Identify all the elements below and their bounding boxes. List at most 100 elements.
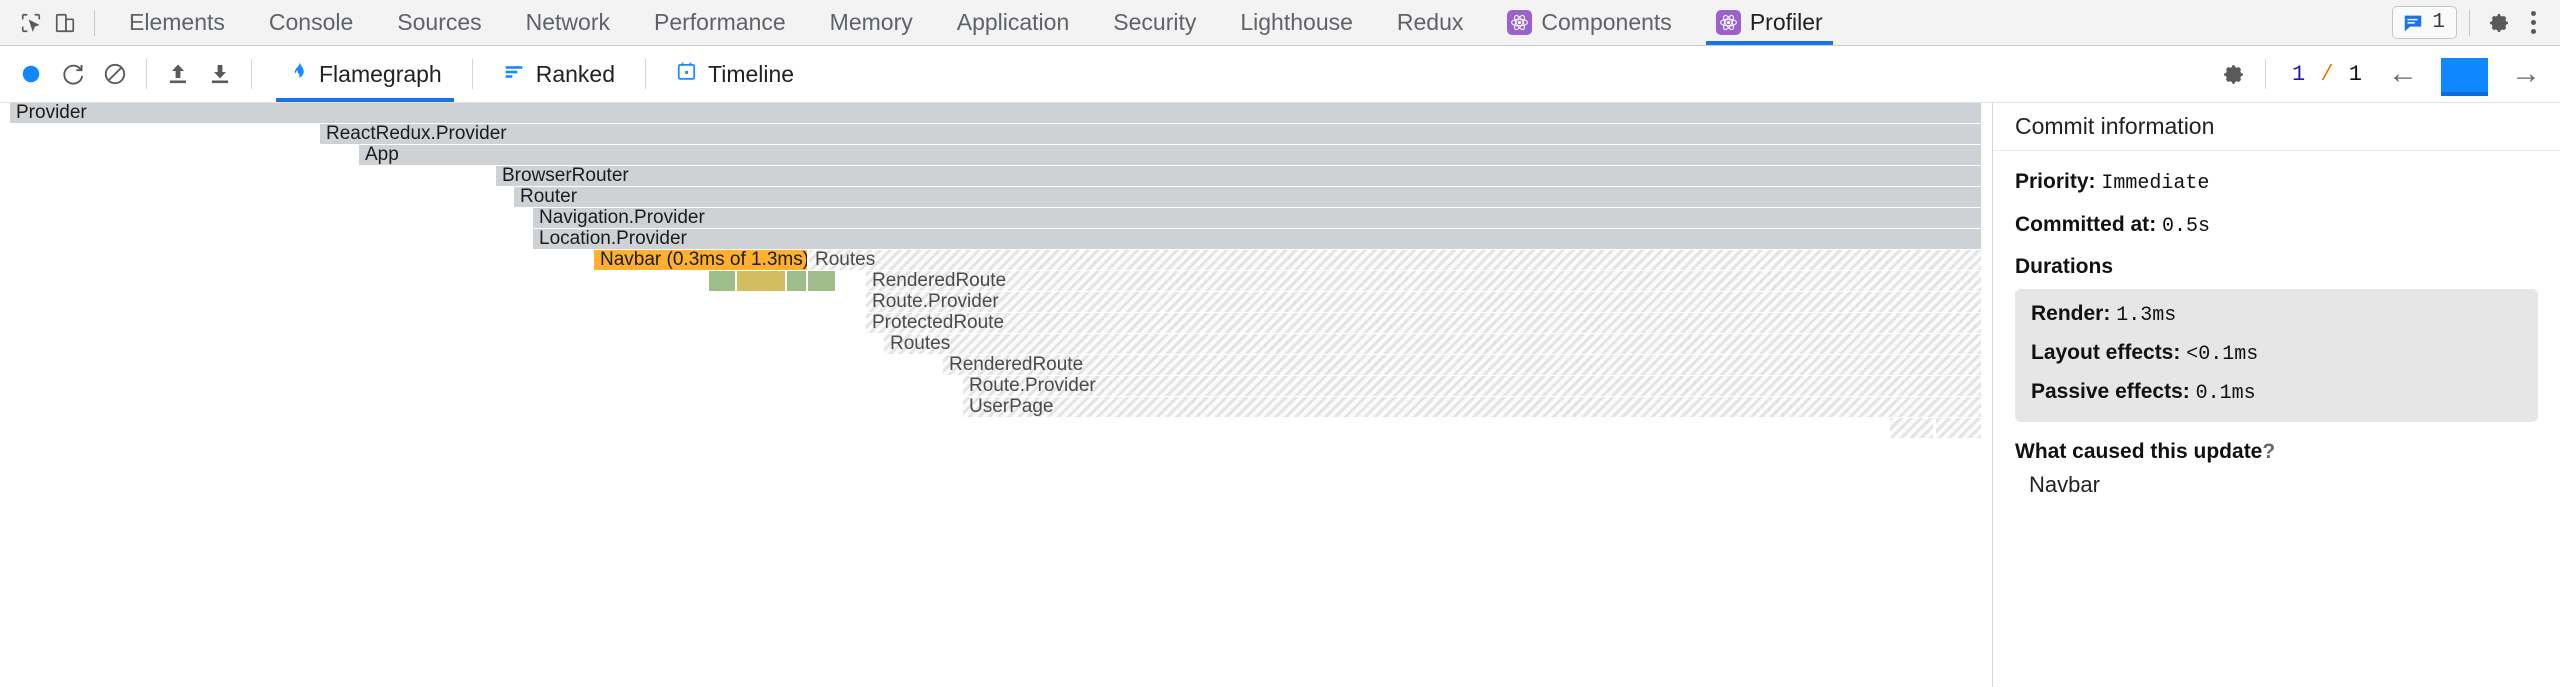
flamegraph-row: BrowserRouter [0,166,1992,187]
flamegraph-bar-browserrouter[interactable]: BrowserRouter [496,166,1982,186]
message-count: 1 [2432,11,2445,34]
devtools-tab-bar: Elements Console Sources Network Perform… [0,0,2560,46]
flamegraph-row [0,418,1992,439]
commit-information-panel: Commit information Priority: Immediate C… [1992,103,2560,687]
flamegraph-bar-navbar[interactable]: Navbar (0.3ms of 1.3ms) [594,250,808,270]
flamegraph-bar[interactable] [1890,418,1934,438]
inspect-element-icon[interactable] [14,6,48,40]
commit-navigation: 1 / 1 ← → [2276,52,2546,96]
tab-label: Console [269,9,353,36]
react-icon [1716,10,1741,35]
flamegraph-row: Navigation.Provider [0,208,1992,229]
update-cause-item[interactable]: Navbar [2015,472,2538,498]
flamegraph-bar-routes[interactable]: Routes [809,250,1982,270]
tab-components[interactable]: Components [1485,0,1693,45]
profiler-body: ProviderReactRedux.ProviderAppBrowserRou… [0,103,2560,687]
flamegraph-row: Location.Provider [0,229,1992,250]
committed-at-row: Committed at: 0.5s [2015,212,2538,239]
toolbar-divider [146,59,147,89]
ranked-bars-icon [503,61,525,88]
tab-console[interactable]: Console [247,0,375,45]
question-mark: ? [2262,440,2275,463]
priority-value: Immediate [2101,172,2209,195]
flamegraph-bar-renderedroute[interactable]: RenderedRoute [943,355,1982,375]
tab-redux[interactable]: Redux [1375,0,1485,45]
flamegraph-bar-navigation-provider[interactable]: Navigation.Provider [533,208,1982,228]
devtools-tabs: Elements Console Sources Network Perform… [107,0,1845,45]
settings-gear-icon[interactable] [2482,6,2516,40]
tab-label: Performance [654,9,786,36]
flamegraph-bar-reactredux-provider[interactable]: ReactRedux.Provider [320,124,1982,144]
flamegraph-bar[interactable] [737,271,786,291]
tab-sources[interactable]: Sources [375,0,503,45]
duration-label: Render [2031,302,2103,325]
flamegraph-row: UserPage [0,397,1992,418]
toolbar-divider [94,10,95,36]
flamegraph-bar-renderedroute[interactable]: RenderedRoute [866,271,1982,291]
flamegraph-bar-route-provider[interactable]: Route.Provider [866,292,1982,312]
commit-current: 1 [2292,62,2306,87]
flamegraph-bar-router[interactable]: Router [514,187,1982,207]
flamegraph-row: ReactRedux.Provider [0,124,1992,145]
tab-lighthouse[interactable]: Lighthouse [1218,0,1375,45]
flamegraph-row: Navbar (0.3ms of 1.3ms)Routes [0,250,1992,271]
what-caused-this-update-title: What caused this update? [2015,440,2538,464]
flamegraph-chart[interactable]: ProviderReactRedux.ProviderAppBrowserRou… [0,103,1992,687]
flamegraph-bar-location-provider[interactable]: Location.Provider [533,229,1982,249]
flamegraph-bar[interactable] [709,271,736,291]
profiler-settings-gear-icon[interactable] [2213,53,2255,95]
tab-elements[interactable]: Elements [107,0,247,45]
no-entry-icon[interactable] [94,53,136,95]
console-message-badge-icon[interactable]: 1 [2392,6,2457,39]
tab-performance[interactable]: Performance [632,0,808,45]
tab-application[interactable]: Application [935,0,1092,45]
flamegraph-bar-app[interactable]: App [359,145,1982,165]
panel-body: Priority: Immediate Committed at: 0.5s D… [1993,151,2560,498]
what-caused-label: What caused this update [2015,440,2262,463]
profiler-view-tabs: Flamegraph Ranked [268,46,814,102]
flamegraph-bar[interactable] [808,271,836,291]
flamegraph-row: Route.Provider [0,292,1992,313]
more-options-kebab-icon[interactable] [2516,6,2550,40]
commit-counter: 1 / 1 [2276,62,2379,87]
tab-label: Sources [397,9,481,36]
previous-commit-button[interactable]: ← [2383,54,2423,94]
durations-box: Render: 1.3ms Layout effects: <0.1ms Pas… [2015,289,2538,422]
duration-label: Layout effects [2031,341,2173,364]
priority-label: Priority [2015,170,2089,193]
committed-at-value: 0.5s [2162,215,2210,238]
devtools-window: Elements Console Sources Network Perform… [0,0,2560,687]
toolbar-divider [2469,10,2470,36]
durations-title: Durations [2015,255,2538,279]
flamegraph-bar-route-provider[interactable]: Route.Provider [963,376,1982,396]
flamegraph-bar-provider[interactable]: Provider [10,103,1982,123]
record-circle-icon[interactable] [10,53,52,95]
commit-bar[interactable] [2441,58,2488,96]
duration-value: 0.1ms [2196,382,2256,405]
tab-label: Security [1113,9,1196,36]
device-toolbar-icon[interactable] [48,6,82,40]
upload-arrow-icon[interactable] [157,53,199,95]
tab-timeline[interactable]: Timeline [656,46,814,102]
download-arrow-icon[interactable] [199,53,241,95]
tab-profiler[interactable]: Profiler [1694,0,1845,45]
reload-icon[interactable] [52,53,94,95]
flamegraph-bar-protectedroute[interactable]: ProtectedRoute [866,313,1982,333]
tab-network[interactable]: Network [504,0,632,45]
tab-security[interactable]: Security [1091,0,1218,45]
commit-separator: / [2320,62,2334,87]
flamegraph-bar-userpage[interactable]: UserPage [963,397,1982,417]
flamegraph-bar[interactable] [787,271,807,291]
tab-flamegraph[interactable]: Flamegraph [268,46,462,102]
next-commit-button[interactable]: → [2506,54,2546,94]
tab-label: Lighthouse [1240,9,1353,36]
flamegraph-bar[interactable] [1936,418,1982,438]
toolbar-divider [472,59,473,89]
tab-memory[interactable]: Memory [808,0,935,45]
flamegraph-bar-routes[interactable]: Routes [884,334,1982,354]
calendar-icon [676,60,697,88]
commit-bar-chart[interactable] [2427,52,2502,96]
tab-label: Profiler [1750,9,1823,36]
tab-ranked[interactable]: Ranked [483,46,635,102]
tab-label: Application [957,9,1070,36]
